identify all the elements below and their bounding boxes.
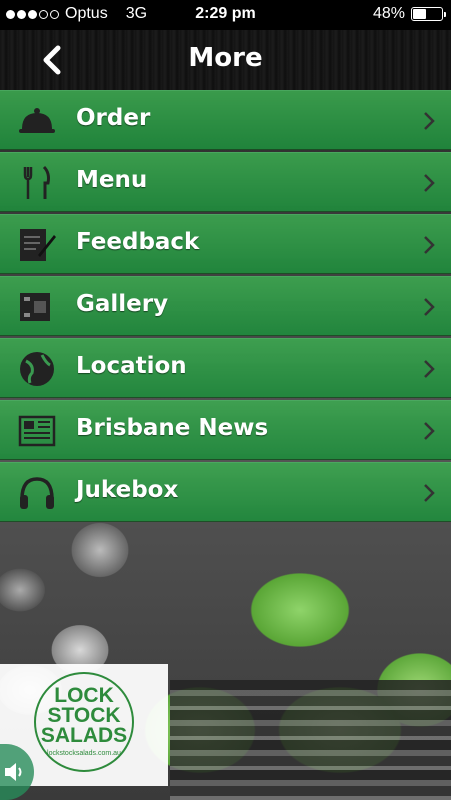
- menu-item-menu[interactable]: Menu: [0, 152, 451, 212]
- menu-item-label: Brisbane News: [76, 415, 269, 441]
- menu-item-jukebox[interactable]: Jukebox: [0, 462, 451, 522]
- crate-texture: [170, 680, 451, 800]
- document-pen-icon: [20, 229, 56, 261]
- cloche-icon: [19, 108, 55, 133]
- chevron-right-icon: [424, 236, 435, 254]
- status-bar: Optus 3G 2:29 pm 48%: [0, 0, 451, 30]
- menu-item-brisbane-news[interactable]: Brisbane News: [0, 400, 451, 460]
- chevron-right-icon: [424, 484, 435, 502]
- menu-item-label: Jukebox: [76, 477, 179, 503]
- menu-item-label: Gallery: [76, 291, 169, 317]
- navigation-bar: More: [0, 30, 451, 91]
- logo-line-2: STOCK: [47, 704, 121, 727]
- menu-list: Order Menu Feedback Gallery Location Bri…: [0, 90, 451, 524]
- chevron-right-icon: [424, 112, 435, 130]
- film-strip-icon: [20, 293, 50, 321]
- menu-item-location[interactable]: Location: [0, 338, 451, 398]
- speaker-icon: [5, 763, 22, 781]
- fork-knife-icon: [23, 165, 50, 199]
- battery-percent: 48%: [372, 5, 405, 22]
- chevron-right-icon: [424, 422, 435, 440]
- globe-icon: [20, 352, 54, 386]
- menu-item-feedback[interactable]: Feedback: [0, 214, 451, 274]
- menu-item-label: Menu: [76, 167, 148, 193]
- menu-item-label: Location: [76, 353, 187, 379]
- page-title: More: [188, 43, 263, 73]
- headphones-icon: [20, 477, 54, 509]
- status-right: 48%: [372, 5, 446, 23]
- battery-icon: [411, 7, 446, 21]
- menu-item-order[interactable]: Order: [0, 90, 451, 150]
- logo-line-3: SALADS: [40, 724, 128, 747]
- chevron-right-icon: [424, 174, 435, 192]
- menu-item-label: Order: [76, 105, 151, 131]
- menu-item-label: Feedback: [76, 229, 200, 255]
- menu-item-gallery[interactable]: Gallery: [0, 276, 451, 336]
- logo-line-1: LOCK: [54, 684, 114, 707]
- chevron-right-icon: [424, 360, 435, 378]
- chevron-right-icon: [424, 298, 435, 316]
- newspaper-icon: [18, 415, 56, 447]
